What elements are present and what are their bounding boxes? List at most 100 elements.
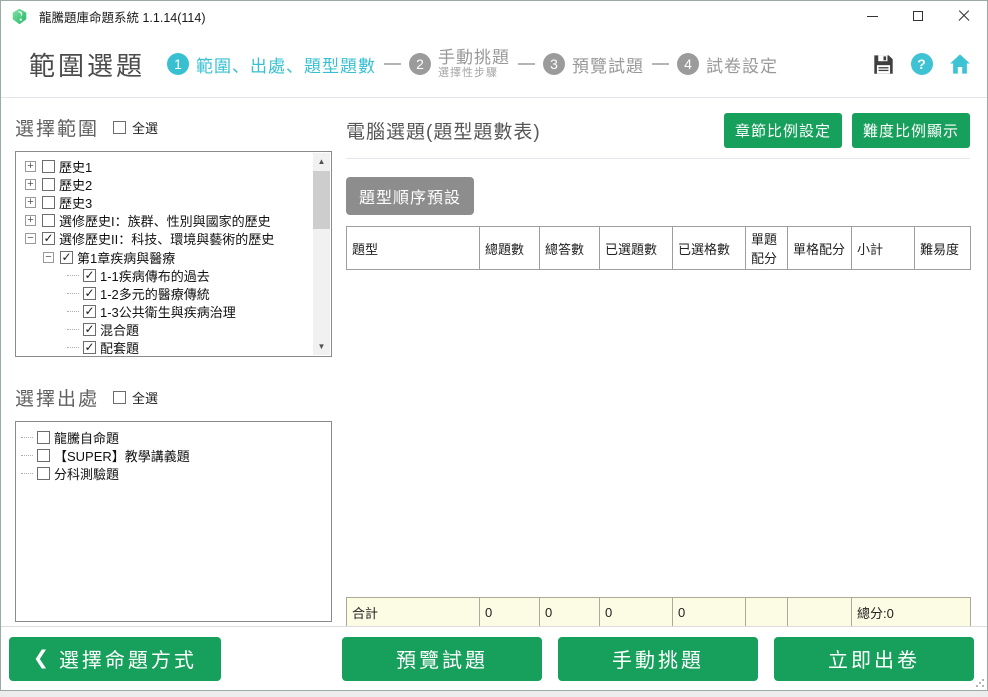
tree-connector — [67, 274, 79, 276]
col-points-per-cell: 單格配分 — [787, 226, 852, 270]
scrollbar-thumb[interactable] — [313, 171, 330, 229]
collapse-icon[interactable]: − — [43, 251, 54, 263]
tree-checkbox[interactable] — [83, 305, 96, 319]
left-panel: 選擇範圍 全選 + 歷史1 + 歷史2 + 歷史3 + 選修歷史I：族群、性別與… — [15, 113, 332, 622]
tree-item-label: 歷史2 — [59, 177, 93, 193]
tree-checkbox[interactable] — [83, 341, 96, 355]
totals-selected-questions: 0 — [599, 597, 673, 628]
difficulty-ratio-button[interactable]: 難度比例顯示 — [851, 113, 970, 148]
col-points-per-question: 單題配分 — [745, 226, 788, 270]
tree-checkbox[interactable] — [83, 286, 96, 300]
close-button[interactable] — [941, 1, 987, 31]
source-item-super[interactable]: 【SUPER】教學講義題 — [21, 446, 325, 464]
source-select-all-label: 全選 — [132, 390, 159, 406]
tree-item-matching[interactable]: 配套題 — [21, 339, 309, 356]
tree-checkbox[interactable] — [42, 214, 55, 228]
tree-checkbox[interactable] — [83, 268, 96, 282]
col-total-questions: 總題數 — [479, 226, 540, 270]
manual-pick-button[interactable]: 手動挑題 — [558, 636, 758, 681]
source-item-exam[interactable]: 分科測驗題 — [21, 464, 325, 482]
header: 範圍選題 1 範圍、出處、題型題數 2 手動挑題 選擇性步驟 3 預覽試題 4 … — [1, 31, 987, 98]
preview-questions-button[interactable]: 預覽試題 — [342, 636, 542, 681]
maximize-icon — [913, 11, 923, 21]
tree-item-history1[interactable]: + 歷史1 — [21, 157, 309, 175]
tree-item-section-1-3[interactable]: 1-3公共衛生與疾病治理 — [21, 303, 309, 321]
app-logo-icon — [12, 8, 27, 24]
tree-item-history2[interactable]: + 歷史2 — [21, 175, 309, 193]
tree-item-history3[interactable]: + 歷史3 — [21, 193, 309, 211]
step-2-number: 2 — [409, 53, 432, 75]
expand-icon[interactable]: + — [25, 196, 36, 208]
col-difficulty: 難易度 — [914, 226, 971, 270]
bottom-action-bar: ❮ 選擇命題方式 預覽試題 手動挑題 立即出卷 — [1, 626, 987, 690]
tree-item-elective1[interactable]: + 選修歷史I：族群、性別與國家的歷史 — [21, 212, 309, 230]
tree-item-elective2[interactable]: − 選修歷史II：科技、環境與藝術的歷史 — [21, 230, 309, 248]
content-area: 選擇範圍 全選 + 歷史1 + 歷史2 + 歷史3 + 選修歷史I：族群、性別與… — [1, 99, 987, 628]
range-select-all[interactable]: 全選 — [113, 118, 158, 137]
tree-scrollbar[interactable]: ▲ ▼ — [313, 153, 330, 355]
minimize-button[interactable] — [849, 1, 895, 31]
source-item-label: 【SUPER】教學講義題 — [54, 448, 190, 464]
generate-paper-button[interactable]: 立即出卷 — [774, 636, 974, 681]
close-icon — [958, 10, 970, 22]
expand-icon[interactable]: + — [25, 160, 36, 172]
back-to-mode-button[interactable]: ❮ 選擇命題方式 — [9, 636, 221, 681]
source-checkbox[interactable] — [37, 430, 50, 444]
expand-icon[interactable]: + — [25, 178, 36, 190]
app-window: 龍騰題庫命題系統 1.1.14(114) 範圍選題 1 範圍、出處、題型題數 2… — [0, 0, 988, 691]
expand-icon[interactable]: + — [25, 215, 36, 227]
tree-item-chapter1[interactable]: − 第1章疾病與醫療 — [21, 248, 309, 266]
source-checkbox[interactable] — [37, 466, 50, 480]
totals-selected-cells: 0 — [672, 597, 746, 628]
step-connector — [652, 63, 670, 65]
col-question-type: 題型 — [346, 226, 480, 270]
maximize-button[interactable] — [895, 1, 941, 31]
tree-item-section-1-2[interactable]: 1-2多元的醫療傳統 — [21, 284, 309, 302]
source-item-longteng[interactable]: 龍騰自命題 — [21, 428, 325, 446]
source-select-all[interactable]: 全選 — [113, 388, 158, 407]
divider — [346, 158, 970, 159]
window-title: 龍騰題庫命題系統 1.1.14(114) — [39, 10, 206, 25]
save-button[interactable] — [872, 53, 895, 76]
type-order-preset-button[interactable]: 題型順序預設 — [346, 177, 475, 215]
chapter-ratio-button[interactable]: 章節比例設定 — [723, 113, 842, 148]
step-2-sublabel: 選擇性步驟 — [438, 67, 499, 80]
step-indicator: 1 範圍、出處、題型題數 2 手動挑題 選擇性步驟 3 預覽試題 4 試卷設定 — [167, 48, 778, 80]
step-3-label: 預覽試題 — [572, 56, 645, 76]
tree-item-section-1-1[interactable]: 1-1疾病傳布的過去 — [21, 266, 309, 284]
col-selected-questions: 已選題數 — [599, 226, 673, 270]
tree-checkbox[interactable] — [42, 232, 55, 246]
collapse-icon[interactable]: − — [25, 233, 36, 245]
tree-checkbox[interactable] — [42, 177, 55, 191]
computer-selection-title: 電腦選題(題型題數表) — [346, 122, 541, 143]
home-button[interactable] — [948, 53, 971, 76]
scroll-up-icon[interactable]: ▲ — [313, 153, 330, 170]
tree-checkbox[interactable] — [42, 159, 55, 173]
step-1-number: 1 — [167, 53, 190, 75]
tree-checkbox[interactable] — [42, 195, 55, 209]
range-select-all-checkbox[interactable] — [113, 120, 127, 134]
main-panel: 電腦選題(題型題數表) 章節比例設定 難度比例顯示 題型順序預設 題型 總題數 … — [346, 113, 971, 628]
home-icon — [949, 54, 970, 74]
back-button-label: 選擇命題方式 — [58, 650, 197, 672]
totals-total-questions: 0 — [479, 597, 540, 628]
col-total-answers: 總答數 — [539, 226, 600, 270]
scroll-down-icon[interactable]: ▼ — [313, 338, 330, 355]
titlebar: 龍騰題庫命題系統 1.1.14(114) — [1, 1, 987, 31]
tree-item-mixed[interactable]: 混合題 — [21, 321, 309, 339]
step-1-label: 範圍、出處、題型題數 — [196, 56, 377, 76]
tree-checkbox[interactable] — [60, 250, 73, 264]
source-select-all-checkbox[interactable] — [113, 390, 127, 404]
tree-item-label: 混合題 — [100, 323, 140, 339]
step-1: 1 範圍、出處、題型題數 — [167, 52, 376, 77]
page-title: 範圍選題 — [29, 50, 146, 81]
question-type-table-header: 題型 總題數 總答數 已選題數 已選格數 單題配分 單格配分 小計 難易度 — [346, 226, 971, 270]
range-section-title: 選擇範圍 — [15, 118, 100, 140]
tree-connector — [21, 436, 33, 438]
tree-checkbox[interactable] — [83, 323, 96, 337]
minimize-icon — [866, 15, 878, 17]
source-checkbox[interactable] — [37, 448, 50, 462]
help-button[interactable]: ? — [910, 53, 933, 76]
tree-connector — [67, 329, 79, 331]
resize-grip[interactable] — [976, 679, 984, 687]
